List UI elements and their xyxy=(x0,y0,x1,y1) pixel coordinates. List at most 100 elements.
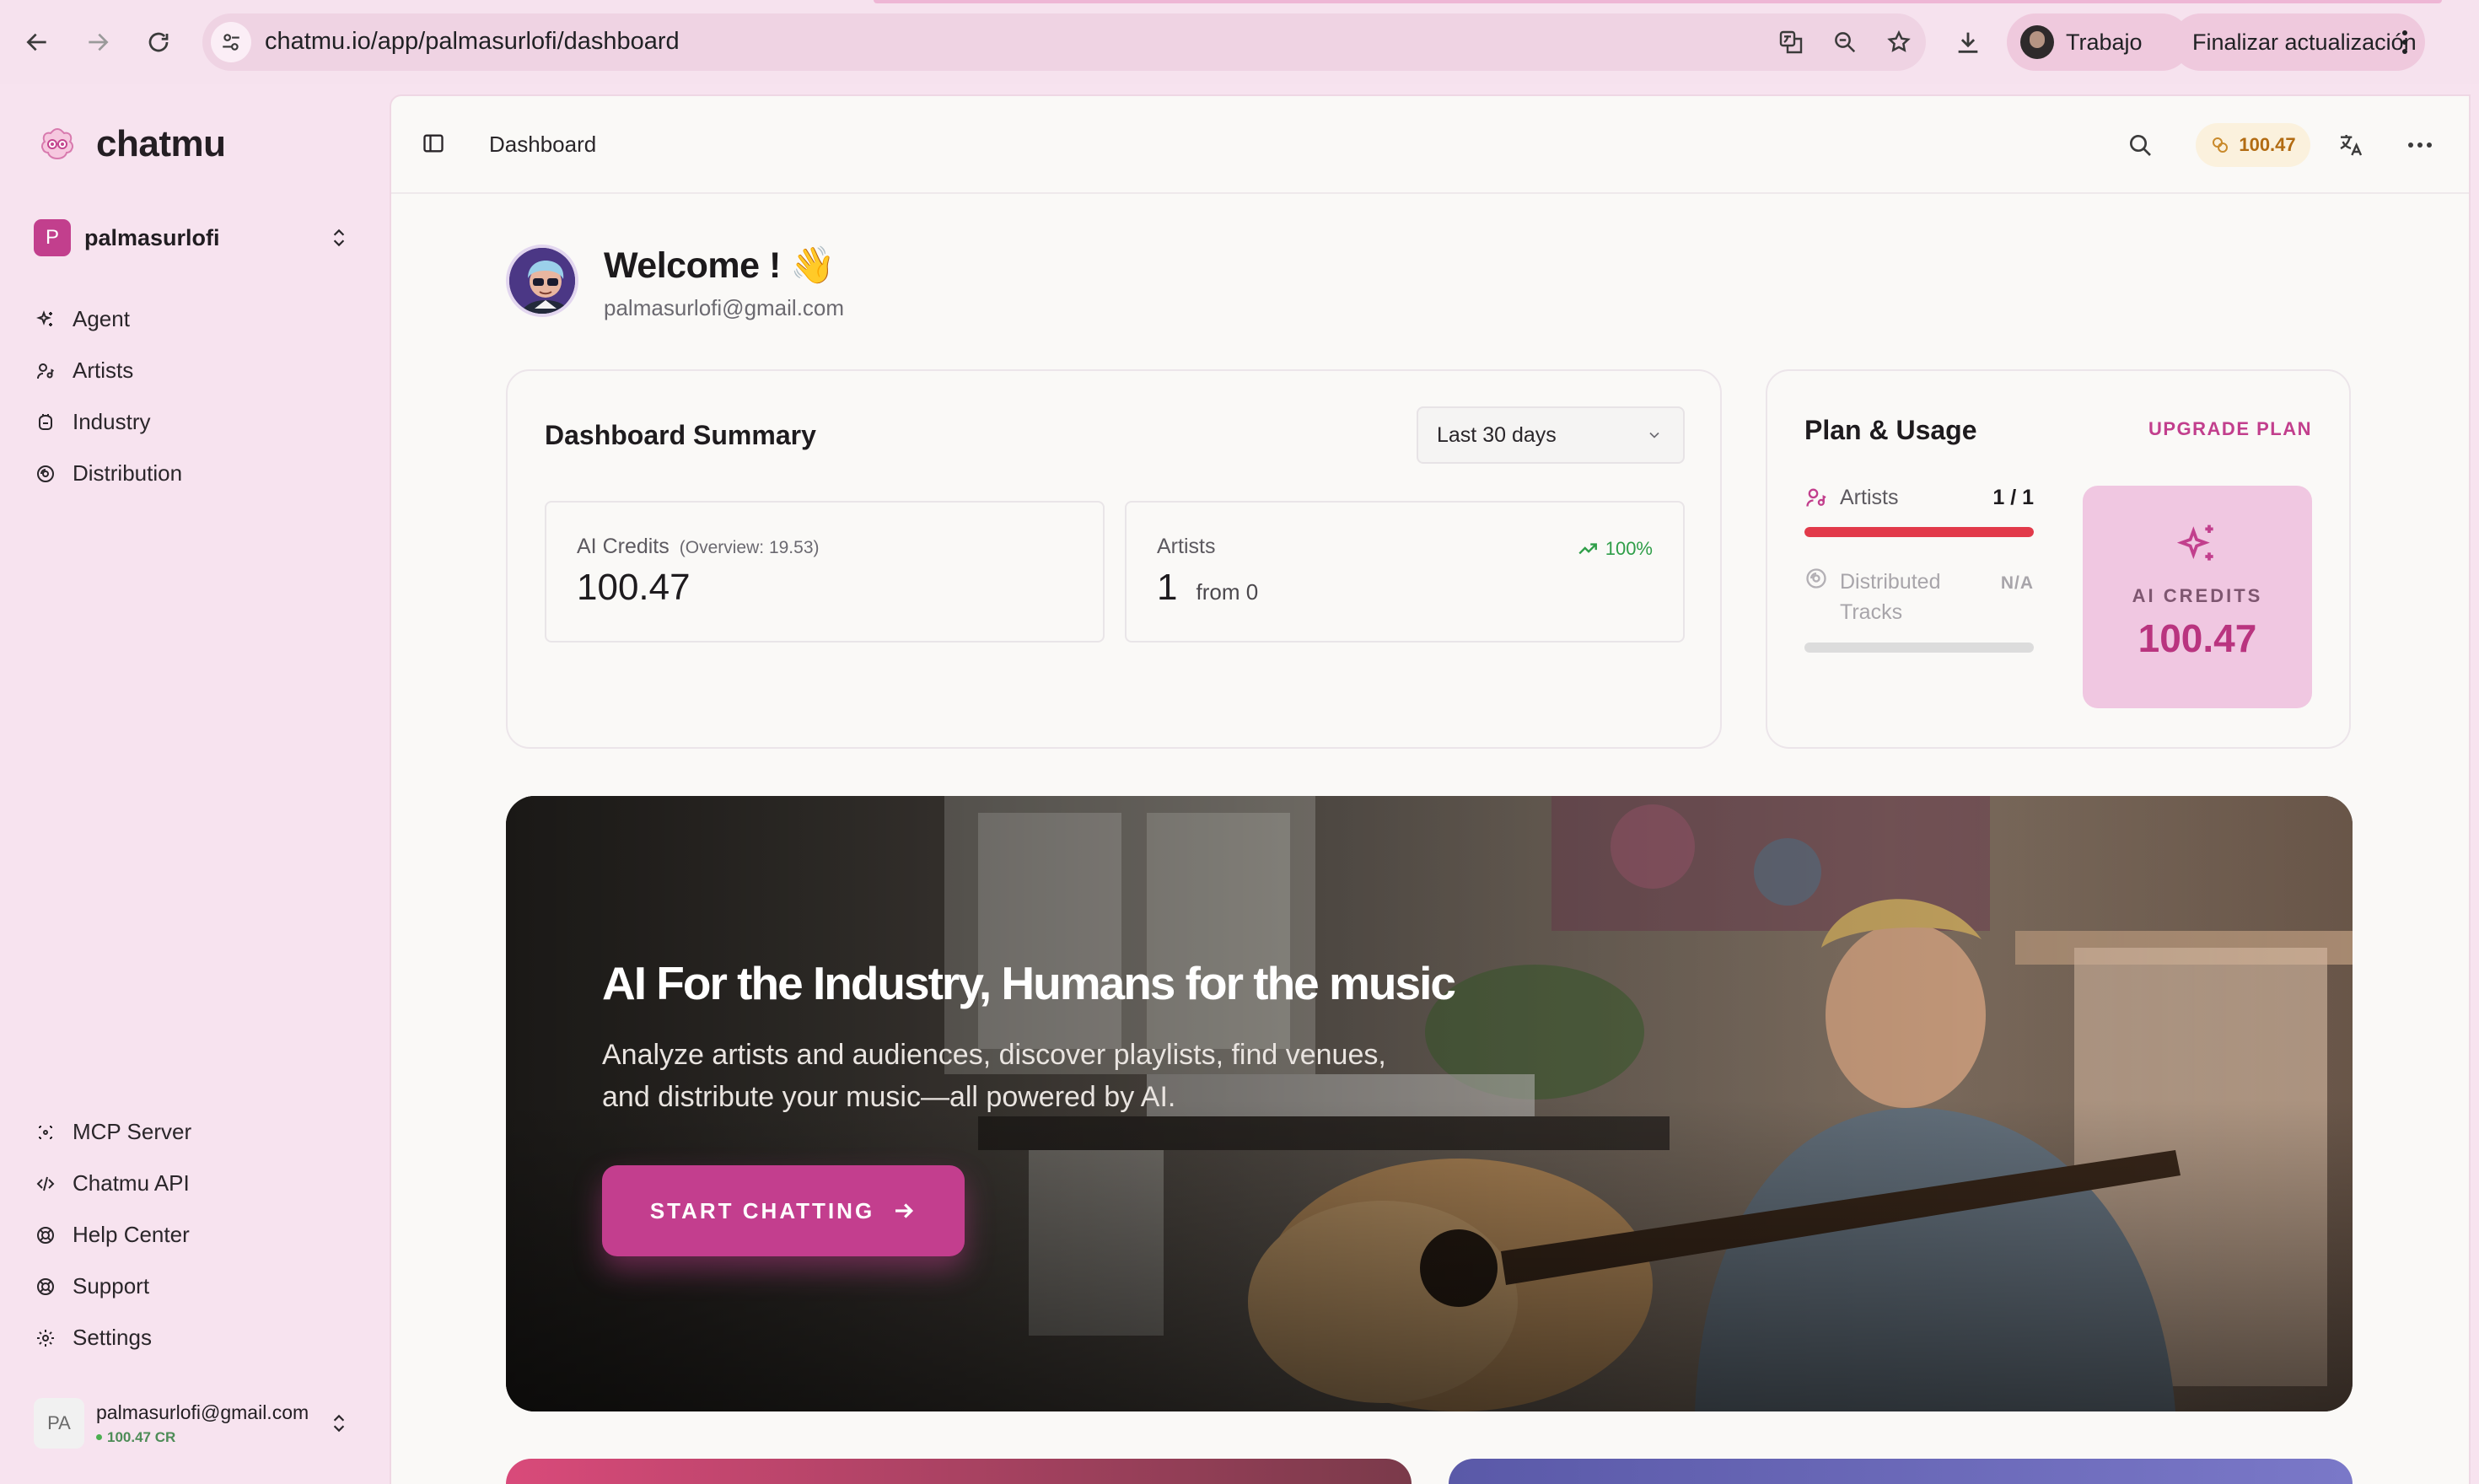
more-horizontal-icon xyxy=(2408,142,2432,148)
chevrons-up-down-icon xyxy=(324,1408,354,1438)
credits-pill-value: 100.47 xyxy=(2239,134,2296,155)
topbar: Dashboard 100.47 xyxy=(391,96,2469,194)
ai-credits-tile-label: AI CREDITS xyxy=(2132,585,2263,606)
trend-badge: 100% xyxy=(1577,538,1653,560)
site-info-button[interactable] xyxy=(211,22,251,62)
user-email: palmasurlofi@gmail.com xyxy=(96,1401,309,1423)
sidebar-item-mcp-server[interactable]: MCP Server xyxy=(34,1106,354,1158)
hero-description: Analyze artists and audiences, discover … xyxy=(602,1039,1386,1113)
start-chatting-button[interactable]: START CHATTING xyxy=(602,1165,965,1256)
sidebar-item-label: Artists xyxy=(73,358,134,383)
usage-artists-head: Artists 1 / 1 xyxy=(1804,486,2034,510)
artists-stat: Artists 100% 1 from 0 xyxy=(1125,501,1685,643)
brand[interactable]: chatmu xyxy=(37,123,226,165)
dashboard-summary-card: Dashboard Summary Last 30 days AI Credit… xyxy=(506,369,1722,749)
profile-label: Trabajo xyxy=(2066,29,2143,55)
date-range-value: Last 30 days xyxy=(1437,422,1557,447)
user-menu[interactable]: PA palmasurlofi@gmail.com 100.47 CR xyxy=(34,1393,354,1454)
arrow-left-icon xyxy=(26,33,46,51)
artist-icon xyxy=(1806,488,1826,507)
user-avatar: PA xyxy=(34,1398,84,1449)
zoom-button[interactable] xyxy=(1826,24,1863,61)
trend-value: 100% xyxy=(1605,538,1653,559)
sidebar-item-label: MCP Server xyxy=(73,1119,192,1144)
start-chatting-label: START CHATTING xyxy=(649,1197,875,1223)
kebab-icon xyxy=(2402,30,2407,54)
reload-button[interactable] xyxy=(135,19,182,66)
url-text[interactable]: chatmu.io/app/palmasurlofi/dashboard xyxy=(265,28,680,56)
sidebar-item-label: Agent xyxy=(73,306,130,331)
ai-credits-overview: (Overview: 19.53) xyxy=(679,538,820,557)
language-button[interactable] xyxy=(2331,125,2371,165)
hero-title: AI For the Industry, Humans for the musi… xyxy=(602,957,1456,1009)
sidebar-item-distribution[interactable]: Distribution xyxy=(34,448,354,499)
translate-icon xyxy=(1779,30,1803,54)
sidebar-item-label: Chatmu API xyxy=(73,1170,190,1196)
sidebar-item-artists[interactable]: Artists xyxy=(34,345,354,396)
sidebar-item-label: Distribution xyxy=(73,460,183,486)
sidebar-item-settings[interactable]: Settings xyxy=(34,1312,354,1363)
sidebar-item-help-center[interactable]: Help Center xyxy=(34,1209,354,1261)
reload-icon xyxy=(148,32,169,52)
artists-stat-label: Artists xyxy=(1157,535,1216,558)
update-chip[interactable]: Finalizar actualización xyxy=(2172,13,2425,71)
sidebar-item-label: Settings xyxy=(73,1325,152,1350)
tab-strip-accent xyxy=(874,0,2442,3)
gear-icon xyxy=(34,1326,57,1350)
profile-chip[interactable]: Trabajo xyxy=(2007,13,2191,71)
downloads-button[interactable] xyxy=(1946,13,1990,71)
upgrade-plan-link[interactable]: UPGRADE PLAN xyxy=(2148,418,2312,440)
forward-button[interactable] xyxy=(74,19,121,66)
sidebar: chatmu P palmasurlofi Agent Artists Indu… xyxy=(0,84,388,1484)
brand-name: chatmu xyxy=(96,123,226,164)
sidebar-toggle-button[interactable] xyxy=(415,125,452,162)
search-button[interactable] xyxy=(2120,125,2160,165)
workspace-switcher[interactable]: P palmasurlofi xyxy=(34,218,354,258)
usage-artists: Artists 1 / 1 xyxy=(1804,486,2034,537)
sparkle-icon xyxy=(34,308,57,331)
ai-credits-tile-value: 100.47 xyxy=(2138,616,2257,660)
mcp-icon xyxy=(34,1121,57,1144)
sidebar-item-label: Help Center xyxy=(73,1222,190,1247)
arrow-right-icon xyxy=(895,1203,914,1218)
main-panel: Dashboard 100.47 Welcome ! 👋 palmasurlof… xyxy=(390,94,2471,1484)
sidebar-item-agent[interactable]: Agent xyxy=(34,293,354,345)
code-icon xyxy=(34,1172,57,1196)
panel-left-icon xyxy=(423,134,444,153)
updown-icon xyxy=(333,229,345,247)
star-icon xyxy=(1887,30,1911,52)
bookmark-button[interactable] xyxy=(1880,24,1917,61)
artists-stat-from: from 0 xyxy=(1196,579,1259,605)
credits-pill[interactable]: 100.47 xyxy=(2196,123,2310,167)
usage-artists-label: Artists xyxy=(1840,486,1899,509)
artist-icon xyxy=(34,359,57,383)
sidebar-item-support[interactable]: Support xyxy=(34,1261,354,1312)
profile-avatar xyxy=(506,245,578,317)
translate-page-button[interactable] xyxy=(1772,24,1810,61)
plan-title: Plan & Usage xyxy=(1804,415,1977,445)
status-dot xyxy=(96,1434,102,1440)
date-range-select[interactable]: Last 30 days xyxy=(1417,406,1685,464)
industry-icon xyxy=(34,411,57,434)
support-icon xyxy=(34,1275,57,1298)
sidebar-item-chatmu-api[interactable]: Chatmu API xyxy=(34,1158,354,1209)
primary-nav: Agent Artists Industry Distribution xyxy=(34,293,354,499)
distribution-icon xyxy=(1806,568,1826,589)
artists-stat-value: 1 xyxy=(1157,567,1178,608)
breadcrumb: Dashboard xyxy=(489,132,597,157)
update-label: Finalizar actualización xyxy=(2192,29,2417,55)
more-vert-icon[interactable] xyxy=(2395,22,2415,62)
feature-card-peek-left[interactable] xyxy=(506,1459,1412,1484)
ai-credits-label: AI Credits xyxy=(577,535,669,558)
usage-artists-value: 1 / 1 xyxy=(1992,486,2034,509)
sidebar-item-industry[interactable]: Industry xyxy=(34,396,354,448)
language-icon xyxy=(2340,135,2363,156)
feature-card-peek-right[interactable] xyxy=(1449,1459,2353,1484)
back-button[interactable] xyxy=(13,19,61,66)
plan-usage-card: Plan & Usage UPGRADE PLAN Artists 1 / 1 … xyxy=(1766,369,2351,749)
more-button[interactable] xyxy=(2400,125,2440,165)
chevrons-up-down-icon xyxy=(324,223,354,253)
avatar-illustration-icon xyxy=(509,248,575,314)
address-bar[interactable]: chatmu.io/app/palmasurlofi/dashboard xyxy=(202,13,1926,71)
secondary-nav: MCP Server Chatmu API Help Center Suppor… xyxy=(34,1106,354,1363)
